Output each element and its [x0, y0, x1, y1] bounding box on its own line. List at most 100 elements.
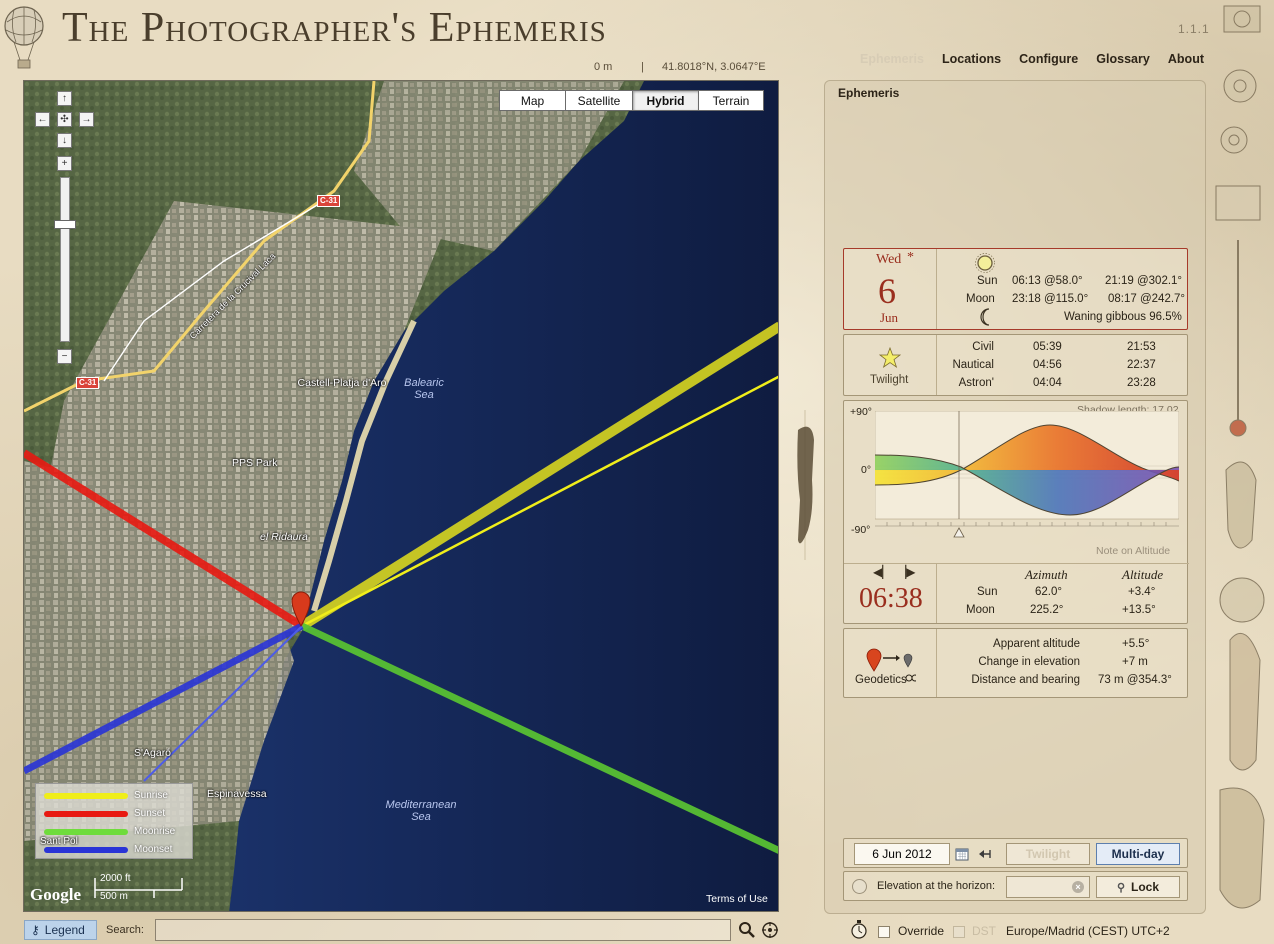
elevation-radio[interactable]: [852, 879, 867, 894]
place-label: Castell-Platja d'Aro: [297, 377, 387, 389]
coordinate-readout: 41.8018°N, 3.0647°E: [662, 61, 766, 73]
road-shield: C-31: [317, 195, 341, 207]
locate-icon[interactable]: [761, 921, 779, 939]
date-number: 6: [878, 271, 896, 311]
zoom-in-icon[interactable]: +: [57, 156, 72, 171]
legend-swatch: [44, 792, 128, 799]
date-input[interactable]: [854, 843, 950, 865]
step-back-icon[interactable]: ◀▏: [873, 565, 891, 579]
moon-phase-icon: [980, 308, 990, 326]
legend-label: Moonset: [134, 844, 173, 855]
map-type-satellite[interactable]: Satellite: [565, 90, 633, 111]
elevation-controls: Elevation at the horizon: × ⚲ Lock: [843, 871, 1188, 901]
override-label: Override: [898, 924, 945, 938]
pan-left-icon[interactable]: ←: [35, 112, 50, 127]
axis-top-label: +90°: [850, 406, 873, 418]
pointing-hand-icon: [797, 410, 814, 560]
zoom-slider-handle[interactable]: [54, 220, 76, 229]
version-label: 1.1.1: [1178, 22, 1210, 36]
place-label: el Ridaura: [260, 531, 308, 543]
sun-position-label: Sun: [977, 586, 998, 598]
lock-button[interactable]: ⚲ Lock: [1096, 876, 1180, 898]
decorative-engraving-icon: [1215, 5, 1265, 909]
nav-configure[interactable]: Configure: [1019, 52, 1078, 70]
elevation-readout: 0 m: [594, 61, 613, 73]
site-title: The Photographer's Ephemeris: [62, 5, 607, 51]
axis-zero-label: 0°: [861, 464, 872, 476]
sun-altitude: +3.4°: [1128, 586, 1156, 598]
altitude-note-link[interactable]: Note on Altitude: [1096, 545, 1170, 557]
sun-azimuth: 62.0°: [1035, 586, 1062, 598]
map-legend: Sunrise Sunset Moonrise Moonset Sant Pol: [35, 783, 193, 859]
calendar-icon[interactable]: [955, 847, 969, 861]
altitude-header: Altitude: [1122, 567, 1164, 582]
altitude-graph-panel: +90° 0° -90° Shadow length: 17.02 Note o…: [843, 400, 1189, 624]
search-icon[interactable]: [738, 921, 756, 939]
map-type-terrain[interactable]: Terrain: [698, 90, 764, 111]
search-input[interactable]: [155, 919, 731, 941]
civil-dawn: 05:39: [1033, 341, 1062, 353]
pan-up-icon[interactable]: ↑: [57, 91, 72, 106]
reset-date-icon[interactable]: [977, 847, 992, 861]
twilight-button[interactable]: Twilight: [1006, 843, 1090, 865]
dst-checkbox[interactable]: [953, 926, 965, 938]
lock-button-label: Lock: [1131, 880, 1160, 894]
sea-label: Mediterranean Sea: [385, 799, 457, 823]
nav-glossary[interactable]: Glossary: [1096, 52, 1150, 70]
multiday-button[interactable]: Multi-day: [1096, 843, 1180, 865]
moon-label: Moon: [966, 293, 995, 305]
legend-button[interactable]: ⚷ Legend: [24, 920, 97, 940]
civil-dusk: 21:53: [1127, 341, 1156, 353]
moon-phase-label: Waning gibbous 96.5%: [1064, 311, 1182, 323]
zoom-out-icon[interactable]: −: [57, 349, 72, 364]
map-type-hybrid[interactable]: Hybrid: [632, 90, 699, 111]
moonrise-value: 23:18 @115.0°: [1012, 293, 1089, 305]
place-label: PPS Park: [232, 457, 278, 469]
map-view[interactable]: Map Satellite Hybrid Terrain ↑ ← ✣ → ↓ +…: [23, 80, 779, 912]
date-controls: Twilight Multi-day: [843, 838, 1188, 868]
balloon-logo-icon: [4, 6, 44, 69]
timezone-label: Europe/Madrid (CEST) UTC+2: [1006, 924, 1170, 938]
sunrise-value: 06:13 @58.0°: [1012, 275, 1083, 287]
nav-about[interactable]: About: [1168, 52, 1204, 70]
moon-position-label: Moon: [966, 604, 995, 616]
elevation-change-label: Change in elevation: [978, 656, 1080, 668]
scale-ft-label: 2000 ft: [100, 873, 131, 884]
nav-ephemeris[interactable]: Ephemeris: [860, 52, 924, 70]
legend-swatch: [44, 828, 128, 835]
twilight-label: Twilight: [870, 374, 909, 386]
time-slider-handle[interactable]: [953, 527, 965, 538]
holiday-marker: *: [907, 250, 914, 265]
pin-icon: ⚲: [1116, 881, 1126, 894]
clear-icon[interactable]: ×: [1072, 881, 1084, 893]
zoom-slider[interactable]: [60, 177, 70, 342]
day-summary: Wed * 6 Jun Sun 06:13 @58.0° 21:19 @302.…: [843, 248, 1188, 330]
step-forward-icon[interactable]: ▕▶: [897, 565, 915, 579]
legend-swatch: [44, 846, 128, 853]
apparent-altitude-label: Apparent altitude: [993, 638, 1080, 650]
legend-button-label: Legend: [44, 923, 85, 937]
map-type-map[interactable]: Map: [499, 90, 566, 111]
main-nav: Ephemeris Locations Configure Glossary A…: [860, 52, 1204, 70]
distance-bearing-label: Distance and bearing: [971, 674, 1080, 686]
nav-locations[interactable]: Locations: [942, 52, 1001, 70]
readout-separator: |: [641, 61, 644, 73]
pan-right-icon[interactable]: →: [79, 112, 94, 127]
civil-label: Civil: [972, 341, 994, 353]
star-icon: [879, 347, 901, 368]
sunset-value: 21:19 @302.1°: [1105, 275, 1183, 287]
altitude-graph[interactable]: [875, 411, 1179, 541]
astronomical-dusk: 23:28: [1127, 377, 1156, 389]
place-label: S'Agaró: [134, 747, 172, 759]
override-checkbox[interactable]: [878, 926, 890, 938]
scale-m-label: 500 m: [100, 891, 128, 902]
nautical-label: Nautical: [952, 359, 994, 371]
pan-down-icon[interactable]: ↓: [57, 133, 72, 148]
terms-link[interactable]: Terms of Use: [706, 893, 768, 905]
geodetics-label: Geodetics: [855, 674, 907, 686]
moon-altitude: +13.5°: [1122, 604, 1156, 616]
pan-center-icon[interactable]: ✣: [57, 112, 72, 127]
distance-bearing-value: 73 m @354.3°: [1098, 674, 1172, 686]
legend-sunset: Sunset: [44, 808, 165, 819]
key-icon: ⚷: [31, 923, 40, 937]
